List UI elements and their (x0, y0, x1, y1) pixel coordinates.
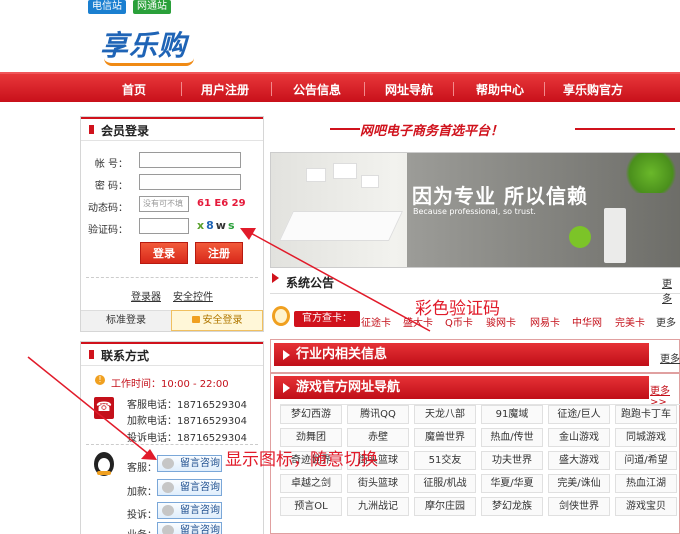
annotation-captcha: 彩色验证码 (415, 299, 500, 319)
arrow-line-icon (27, 356, 152, 457)
arrow-line-captcha (246, 230, 431, 332)
page: { "top_tabs": ["电信站", "网通站"], "logo": "享… (0, 0, 680, 534)
annotation-icon: 显示图标，随意切换 (225, 450, 378, 470)
